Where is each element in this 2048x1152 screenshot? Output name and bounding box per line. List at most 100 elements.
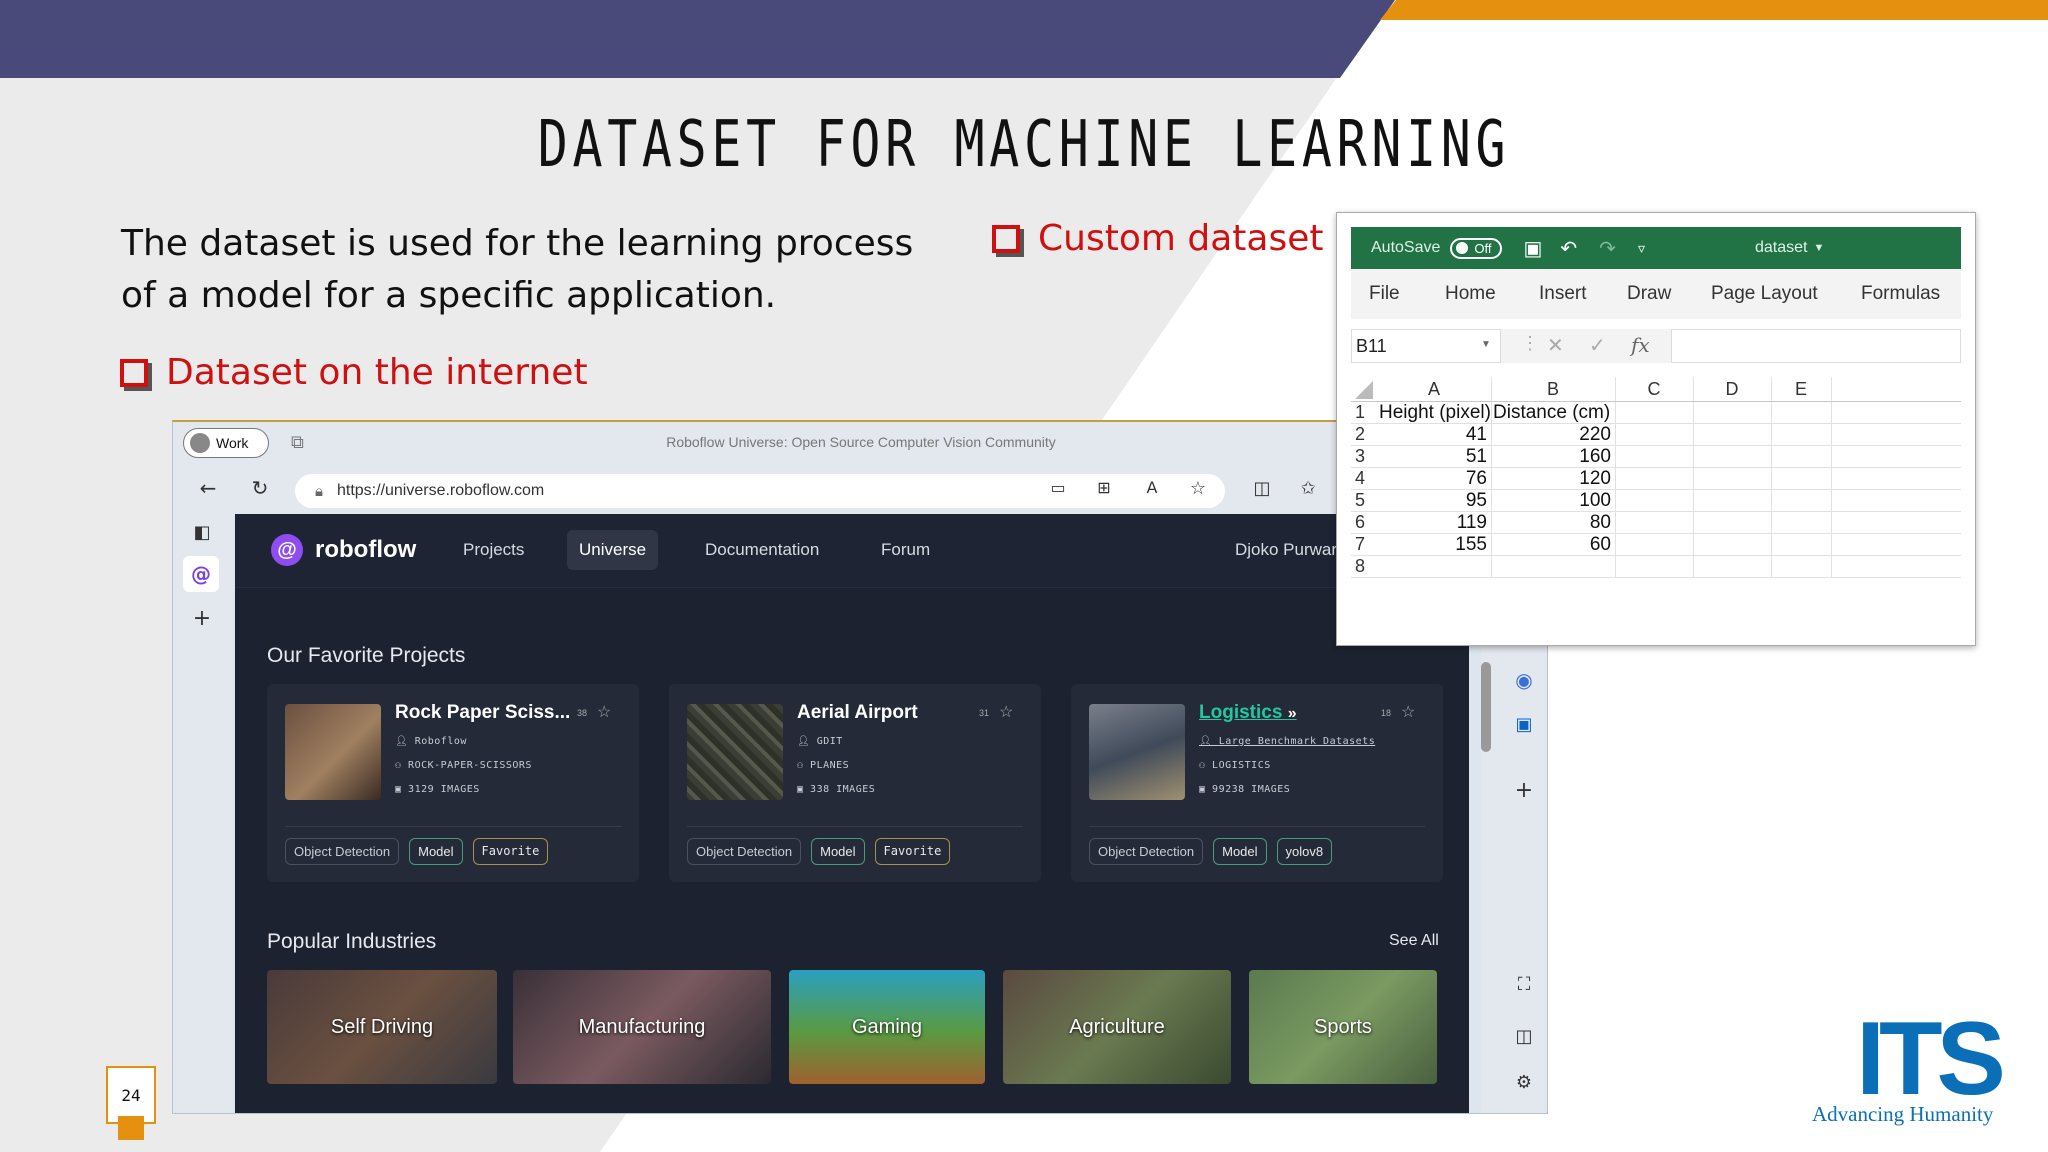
data-cell[interactable]: 95	[1377, 490, 1487, 512]
industry-gaming[interactable]: Gaming	[789, 970, 985, 1084]
menu-insert[interactable]: Insert	[1539, 283, 1587, 305]
select-all-corner[interactable]	[1355, 381, 1373, 399]
tab-actions-side-icon[interactable]: ◧	[187, 522, 217, 543]
row-header-1[interactable]: 1	[1355, 402, 1365, 423]
menu-file[interactable]: File	[1369, 283, 1400, 305]
tag-object-detection[interactable]: Object Detection	[687, 838, 802, 865]
refresh-icon[interactable]: ↻	[245, 476, 275, 500]
see-all-link[interactable]: See All	[1389, 932, 1439, 950]
nav-forum[interactable]: Forum	[881, 540, 930, 560]
enter-check-icon[interactable]: ✓	[1589, 333, 1606, 358]
row-header-2[interactable]: 2	[1355, 424, 1365, 445]
column-header-d[interactable]: D	[1693, 379, 1771, 400]
data-cell[interactable]: 80	[1491, 512, 1611, 534]
data-cell[interactable]: 100	[1491, 490, 1611, 512]
roboflow-brand[interactable]: roboflow	[315, 536, 416, 564]
sidebar-toggle-icon[interactable]: ◫	[1509, 1026, 1539, 1047]
data-cell[interactable]: 76	[1377, 468, 1487, 490]
favorite-star-icon[interactable]: ☆	[1183, 478, 1213, 499]
row-header-4[interactable]: 4	[1355, 468, 1365, 489]
data-cell[interactable]: 220	[1491, 424, 1611, 446]
industry-agriculture[interactable]: Agriculture	[1003, 970, 1231, 1084]
menu-page-layout[interactable]: Page Layout	[1711, 283, 1818, 305]
tag-favorite[interactable]: Favorite	[874, 838, 951, 865]
tag-yolov8[interactable]: yolov8	[1276, 838, 1333, 865]
project-title[interactable]: Aerial Airport	[797, 702, 918, 724]
tag-favorite[interactable]: Favorite	[472, 838, 549, 865]
save-icon[interactable]: ▣	[1524, 236, 1543, 261]
industry-manufacturing[interactable]: Manufacturing	[513, 970, 771, 1084]
chevron-down-icon[interactable]: ▼	[1813, 242, 1824, 254]
file-name[interactable]: dataset	[1755, 239, 1807, 257]
roboflow-tab-icon[interactable]: @	[183, 556, 219, 592]
redo-icon[interactable]: ↷	[1599, 236, 1616, 261]
tag-object-detection[interactable]: Object Detection	[1089, 838, 1204, 865]
data-cell[interactable]: 120	[1491, 468, 1611, 490]
menu-formulas[interactable]: Formulas	[1861, 283, 1940, 305]
column-header-c[interactable]: C	[1615, 379, 1693, 400]
formula-input[interactable]	[1671, 329, 1961, 363]
address-bar[interactable]: 🔒︎ https://universe.roboflow.com	[295, 474, 1225, 508]
favorites-icon[interactable]: ✩	[1293, 478, 1323, 499]
row-header-3[interactable]: 3	[1355, 446, 1365, 467]
scrollbar-thumb[interactable]	[1481, 662, 1491, 752]
roboflow-logo-icon[interactable]: @	[271, 534, 303, 566]
outlook-icon[interactable]: ▣	[1509, 714, 1539, 735]
project-card[interactable]: Logistics » 18 ☆ 👤︎ Large Benchmark Data…	[1071, 684, 1443, 882]
undo-icon[interactable]: ↶	[1560, 236, 1577, 261]
row-header-6[interactable]: 6	[1355, 512, 1365, 533]
row-header-5[interactable]: 5	[1355, 490, 1365, 511]
data-cell[interactable]: 60	[1491, 534, 1611, 556]
text-aa-icon[interactable]: A	[1137, 478, 1167, 497]
data-cell[interactable]: 51	[1377, 446, 1487, 468]
menu-home[interactable]: Home	[1445, 283, 1496, 305]
tag-model[interactable]: Model	[811, 838, 865, 865]
project-title[interactable]: Rock Paper Sciss...	[395, 702, 570, 724]
customize-toolbar-icon[interactable]: ▿	[1638, 240, 1645, 257]
split-screen-icon[interactable]: ◫	[1247, 478, 1277, 499]
name-box[interactable]: B11	[1351, 329, 1501, 363]
add-side-app-icon[interactable]: +	[1509, 778, 1539, 803]
project-count: 31	[979, 708, 990, 718]
spreadsheet-grid[interactable]: A B C D E 1 2 3 4 5 6 7 8 Height (pixel) Distance (cm)…	[1351, 377, 1961, 639]
tag-object-detection[interactable]: Object Detection	[285, 838, 400, 865]
tag-model[interactable]: Model	[1213, 838, 1267, 865]
tag-model[interactable]: Model	[409, 838, 463, 865]
project-owner[interactable]: 👤︎ Large Benchmark Datasets	[1199, 736, 1375, 747]
project-card[interactable]: Rock Paper Sciss... 38 ☆ 👤︎ Roboflow ⚇ R…	[267, 684, 639, 882]
back-icon[interactable]: ←	[193, 476, 223, 500]
industry-self-driving[interactable]: Self Driving	[267, 970, 497, 1084]
copilot-icon[interactable]: ◉	[1509, 668, 1539, 692]
nav-universe[interactable]: Universe	[567, 530, 659, 570]
cancel-icon[interactable]: ✕	[1547, 333, 1564, 358]
nav-projects[interactable]: Projects	[463, 540, 524, 560]
row-header-7[interactable]: 7	[1355, 534, 1365, 555]
user-name[interactable]: Djoko Purwar	[1235, 540, 1337, 560]
column-header-a[interactable]: A	[1377, 379, 1491, 400]
header-cell[interactable]: Height (pixel)	[1379, 402, 1491, 424]
nav-documentation[interactable]: Documentation	[705, 540, 819, 560]
project-card[interactable]: Aerial Airport 31 ☆ 👤︎ GDIT ⚇ PLANES ▣ 3…	[669, 684, 1041, 882]
autosave-toggle[interactable]: Off	[1450, 237, 1502, 259]
star-icon[interactable]: ☆	[1401, 702, 1415, 722]
settings-gear-icon[interactable]: ⚙	[1509, 1072, 1539, 1093]
star-icon[interactable]: ☆	[597, 702, 611, 722]
star-icon[interactable]: ☆	[999, 702, 1013, 722]
column-header-e[interactable]: E	[1771, 379, 1831, 400]
industry-sports[interactable]: Sports	[1249, 970, 1437, 1084]
read-aloud-icon[interactable]: ▭	[1043, 478, 1073, 497]
name-box-chevron-icon[interactable]: ▼	[1481, 339, 1491, 350]
function-icon[interactable]: fx	[1631, 333, 1650, 357]
project-title-link[interactable]: Logistics »	[1199, 702, 1297, 724]
data-cell[interactable]: 41	[1377, 424, 1487, 446]
column-header-b[interactable]: B	[1491, 379, 1615, 400]
new-tab-icon[interactable]: +	[187, 606, 217, 631]
data-cell[interactable]: 160	[1491, 446, 1611, 468]
row-header-8[interactable]: 8	[1355, 556, 1365, 577]
data-cell[interactable]: 155	[1377, 534, 1487, 556]
apps-icon[interactable]: ⊞	[1089, 478, 1119, 497]
screenshot-icon[interactable]: ⛶	[1509, 974, 1539, 995]
data-cell[interactable]: 119	[1377, 512, 1487, 534]
menu-draw[interactable]: Draw	[1627, 283, 1671, 305]
header-cell[interactable]: Distance (cm)	[1493, 402, 1610, 424]
